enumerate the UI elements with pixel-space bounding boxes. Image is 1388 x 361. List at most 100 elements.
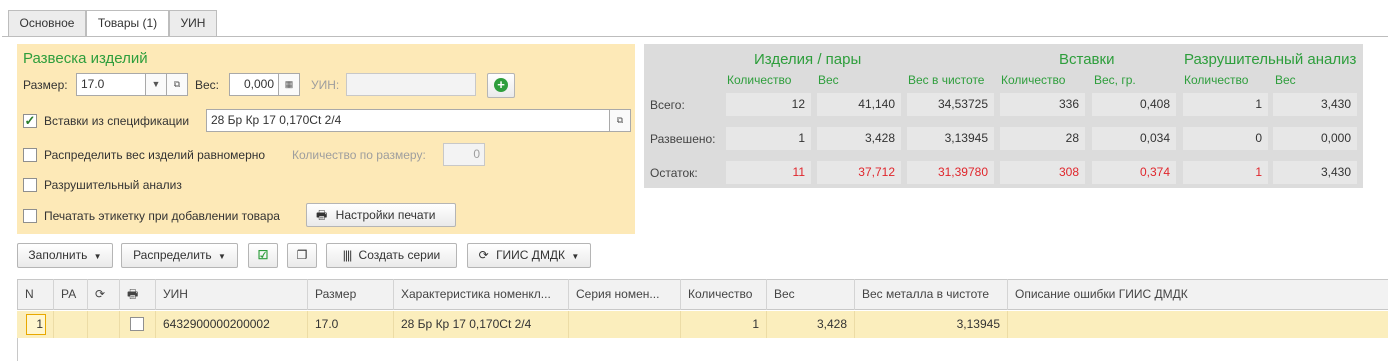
stats-cell: 3,430: [1273, 161, 1357, 184]
stats-cell: 34,53725: [907, 93, 994, 116]
weight-label: Вес:: [195, 78, 220, 92]
column-pure-weight[interactable]: Вес металла в чистоте: [855, 279, 1008, 310]
table-empty-area[interactable]: [17, 338, 1388, 361]
distribute-label: Распределить вес изделий равномерно: [44, 148, 266, 162]
stats-cell: 1: [1183, 93, 1268, 116]
column-characteristic[interactable]: Характеристика номенкл...: [394, 279, 569, 310]
stats-group-destructive: Разрушительный анализ: [1184, 51, 1357, 68]
stats-header-items-qty: Количество: [727, 73, 792, 87]
column-n[interactable]: N: [17, 279, 54, 310]
tab-main[interactable]: Основное: [8, 10, 86, 36]
stats-header-destructive-weight: Вес: [1275, 73, 1296, 87]
giis-icon: ⟳: [478, 248, 489, 262]
stats-cell: 0: [1183, 127, 1268, 150]
destructive-checkbox[interactable]: [23, 178, 37, 192]
inserts-field[interactable]: 28 Бр Кр 17 0,170Ct 2/4: [206, 109, 612, 132]
stats-group-items: Изделия / пары: [754, 51, 862, 68]
column-size[interactable]: Размер: [308, 279, 394, 310]
row-weight-cell[interactable]: 3,428: [767, 311, 855, 338]
stats-cell: 11: [726, 161, 811, 184]
stats-header-items-pure: Вес в чистоте: [908, 73, 985, 87]
print-settings-button[interactable]: 🖶 Настройки печати: [306, 203, 456, 227]
row-series-cell[interactable]: [569, 311, 681, 338]
stats-cell: 1: [1183, 161, 1268, 184]
size-field[interactable]: 17.0: [76, 73, 146, 96]
column-series[interactable]: Серия номен...: [569, 279, 681, 310]
column-weight[interactable]: Вес: [767, 279, 855, 310]
print-label-checkbox[interactable]: [23, 209, 37, 223]
stats-cell: 12: [726, 93, 811, 116]
stats-header-inserts-qty: Количество: [1001, 73, 1066, 87]
distribute-checkbox[interactable]: [23, 148, 37, 162]
calculator-icon: ▦: [284, 79, 294, 89]
stats-row-label: Развешено:: [650, 132, 716, 146]
inserts-open-button[interactable]: ⧉: [609, 109, 631, 132]
tab-divider: [2, 36, 1388, 37]
row-pure-weight-cell[interactable]: 3,13945: [855, 311, 1008, 338]
size-open-button[interactable]: ⧉: [166, 73, 188, 96]
uin-field[interactable]: [346, 73, 476, 96]
row-print-checkbox[interactable]: [130, 317, 144, 331]
column-giis[interactable]: ⟳: [88, 279, 120, 310]
distribute-button[interactable]: Распределить ▼: [121, 243, 238, 268]
giis-label: ГИИС ДМДК: [496, 248, 566, 262]
column-quantity[interactable]: Количество: [681, 279, 767, 310]
create-series-label: Создать серии: [358, 248, 441, 262]
stats-cell: 3,430: [1273, 93, 1357, 116]
plus-circle-icon: +: [494, 78, 508, 92]
stats-cell: 0,374: [1092, 161, 1176, 184]
giis-icon: ⟳: [95, 287, 106, 301]
stats-row-label: Остаток:: [650, 166, 698, 180]
fill-label: Заполнить: [28, 248, 88, 262]
qty-by-size-label: Количество по размеру:: [292, 148, 426, 162]
chevron-down-icon: ▼: [93, 252, 102, 261]
create-series-button[interactable]: |||| Создать серии: [326, 243, 457, 268]
inserts-checkbox[interactable]: ✓: [23, 114, 37, 128]
printer-icon: 🖶: [127, 287, 139, 301]
check-all-button[interactable]: ☑: [248, 243, 278, 268]
stats-header-destructive-qty: Количество: [1184, 73, 1249, 87]
uin-label: УИН:: [311, 78, 340, 92]
row-giis-cell[interactable]: [88, 311, 120, 338]
row-print-cell[interactable]: [120, 311, 156, 338]
tab-goods[interactable]: Товары (1): [86, 10, 169, 37]
weigh-title: Развеска изделий: [23, 50, 148, 67]
copy-button[interactable]: ❐: [287, 243, 317, 268]
fill-button[interactable]: Заполнить ▼: [17, 243, 113, 268]
inserts-label: Вставки из спецификации: [44, 114, 190, 128]
copy-icon: ❐: [296, 248, 308, 262]
giis-button[interactable]: ⟳ ГИИС ДМДК ▼: [467, 243, 591, 268]
stats-cell: 308: [1000, 161, 1085, 184]
tab-uin[interactable]: УИН: [169, 10, 217, 36]
stats-cell: 41,140: [817, 93, 901, 116]
check-icon: ✓: [24, 113, 36, 128]
stats-group-inserts: Вставки: [1059, 51, 1115, 68]
stats-cell: 3,13945: [907, 127, 994, 150]
column-print[interactable]: 🖶: [120, 279, 156, 310]
chevron-down-icon: ▼: [151, 79, 161, 89]
add-button[interactable]: +: [487, 73, 515, 98]
row-n-cell[interactable]: 1: [17, 311, 54, 338]
stats-header-items-weight: Вес: [818, 73, 839, 87]
calculator-button[interactable]: ▦: [278, 73, 300, 96]
size-dropdown-button[interactable]: ▼: [145, 73, 167, 96]
row-size-cell[interactable]: 17.0: [308, 311, 394, 338]
chevron-down-icon: ▼: [218, 252, 226, 261]
qty-by-size-field[interactable]: 0: [443, 143, 485, 166]
destructive-label: Разрушительный анализ: [44, 178, 182, 192]
column-uin[interactable]: УИН: [156, 279, 308, 310]
column-error[interactable]: Описание ошибки ГИИС ДМДК: [1008, 279, 1388, 310]
row-n-box: 1: [26, 314, 46, 335]
column-ra[interactable]: РА: [54, 279, 88, 310]
stats-cell: 37,712: [817, 161, 901, 184]
weight-field[interactable]: 0,000: [229, 73, 279, 96]
row-error-cell[interactable]: [1008, 311, 1388, 338]
row-uin-cell[interactable]: 6432900000200002: [156, 311, 308, 338]
row-ra-cell[interactable]: [54, 311, 88, 338]
size-label: Размер:: [23, 78, 68, 92]
printer-icon: 🖶: [316, 208, 328, 222]
row-quantity-cell[interactable]: 1: [681, 311, 767, 338]
stats-cell: 3,428: [817, 127, 901, 150]
stats-cell: 1: [726, 127, 811, 150]
row-characteristic-cell[interactable]: 28 Бр Кр 17 0,170Ct 2/4: [394, 311, 569, 338]
